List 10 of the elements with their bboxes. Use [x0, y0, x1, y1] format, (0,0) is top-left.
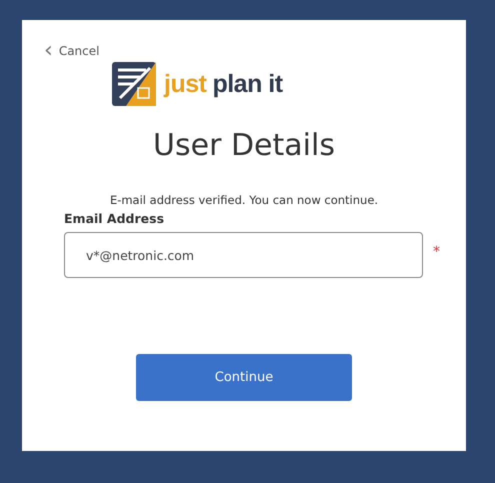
- logo-icon: [112, 62, 156, 106]
- back-icon: ‹: [44, 44, 53, 58]
- field-label: Email Address: [64, 211, 166, 226]
- page-title: User Details: [152, 128, 336, 163]
- email-field[interactable]: v*@netronic.com: [64, 232, 423, 278]
- continue-button[interactable]: Continue: [136, 354, 352, 401]
- required-mark: *: [433, 244, 440, 260]
- logo-text: just plan it: [164, 70, 283, 98]
- status-message: E-mail address verified. You can now continue.: [108, 193, 380, 207]
- cancel-link[interactable]: ‹ Cancel: [44, 44, 100, 58]
